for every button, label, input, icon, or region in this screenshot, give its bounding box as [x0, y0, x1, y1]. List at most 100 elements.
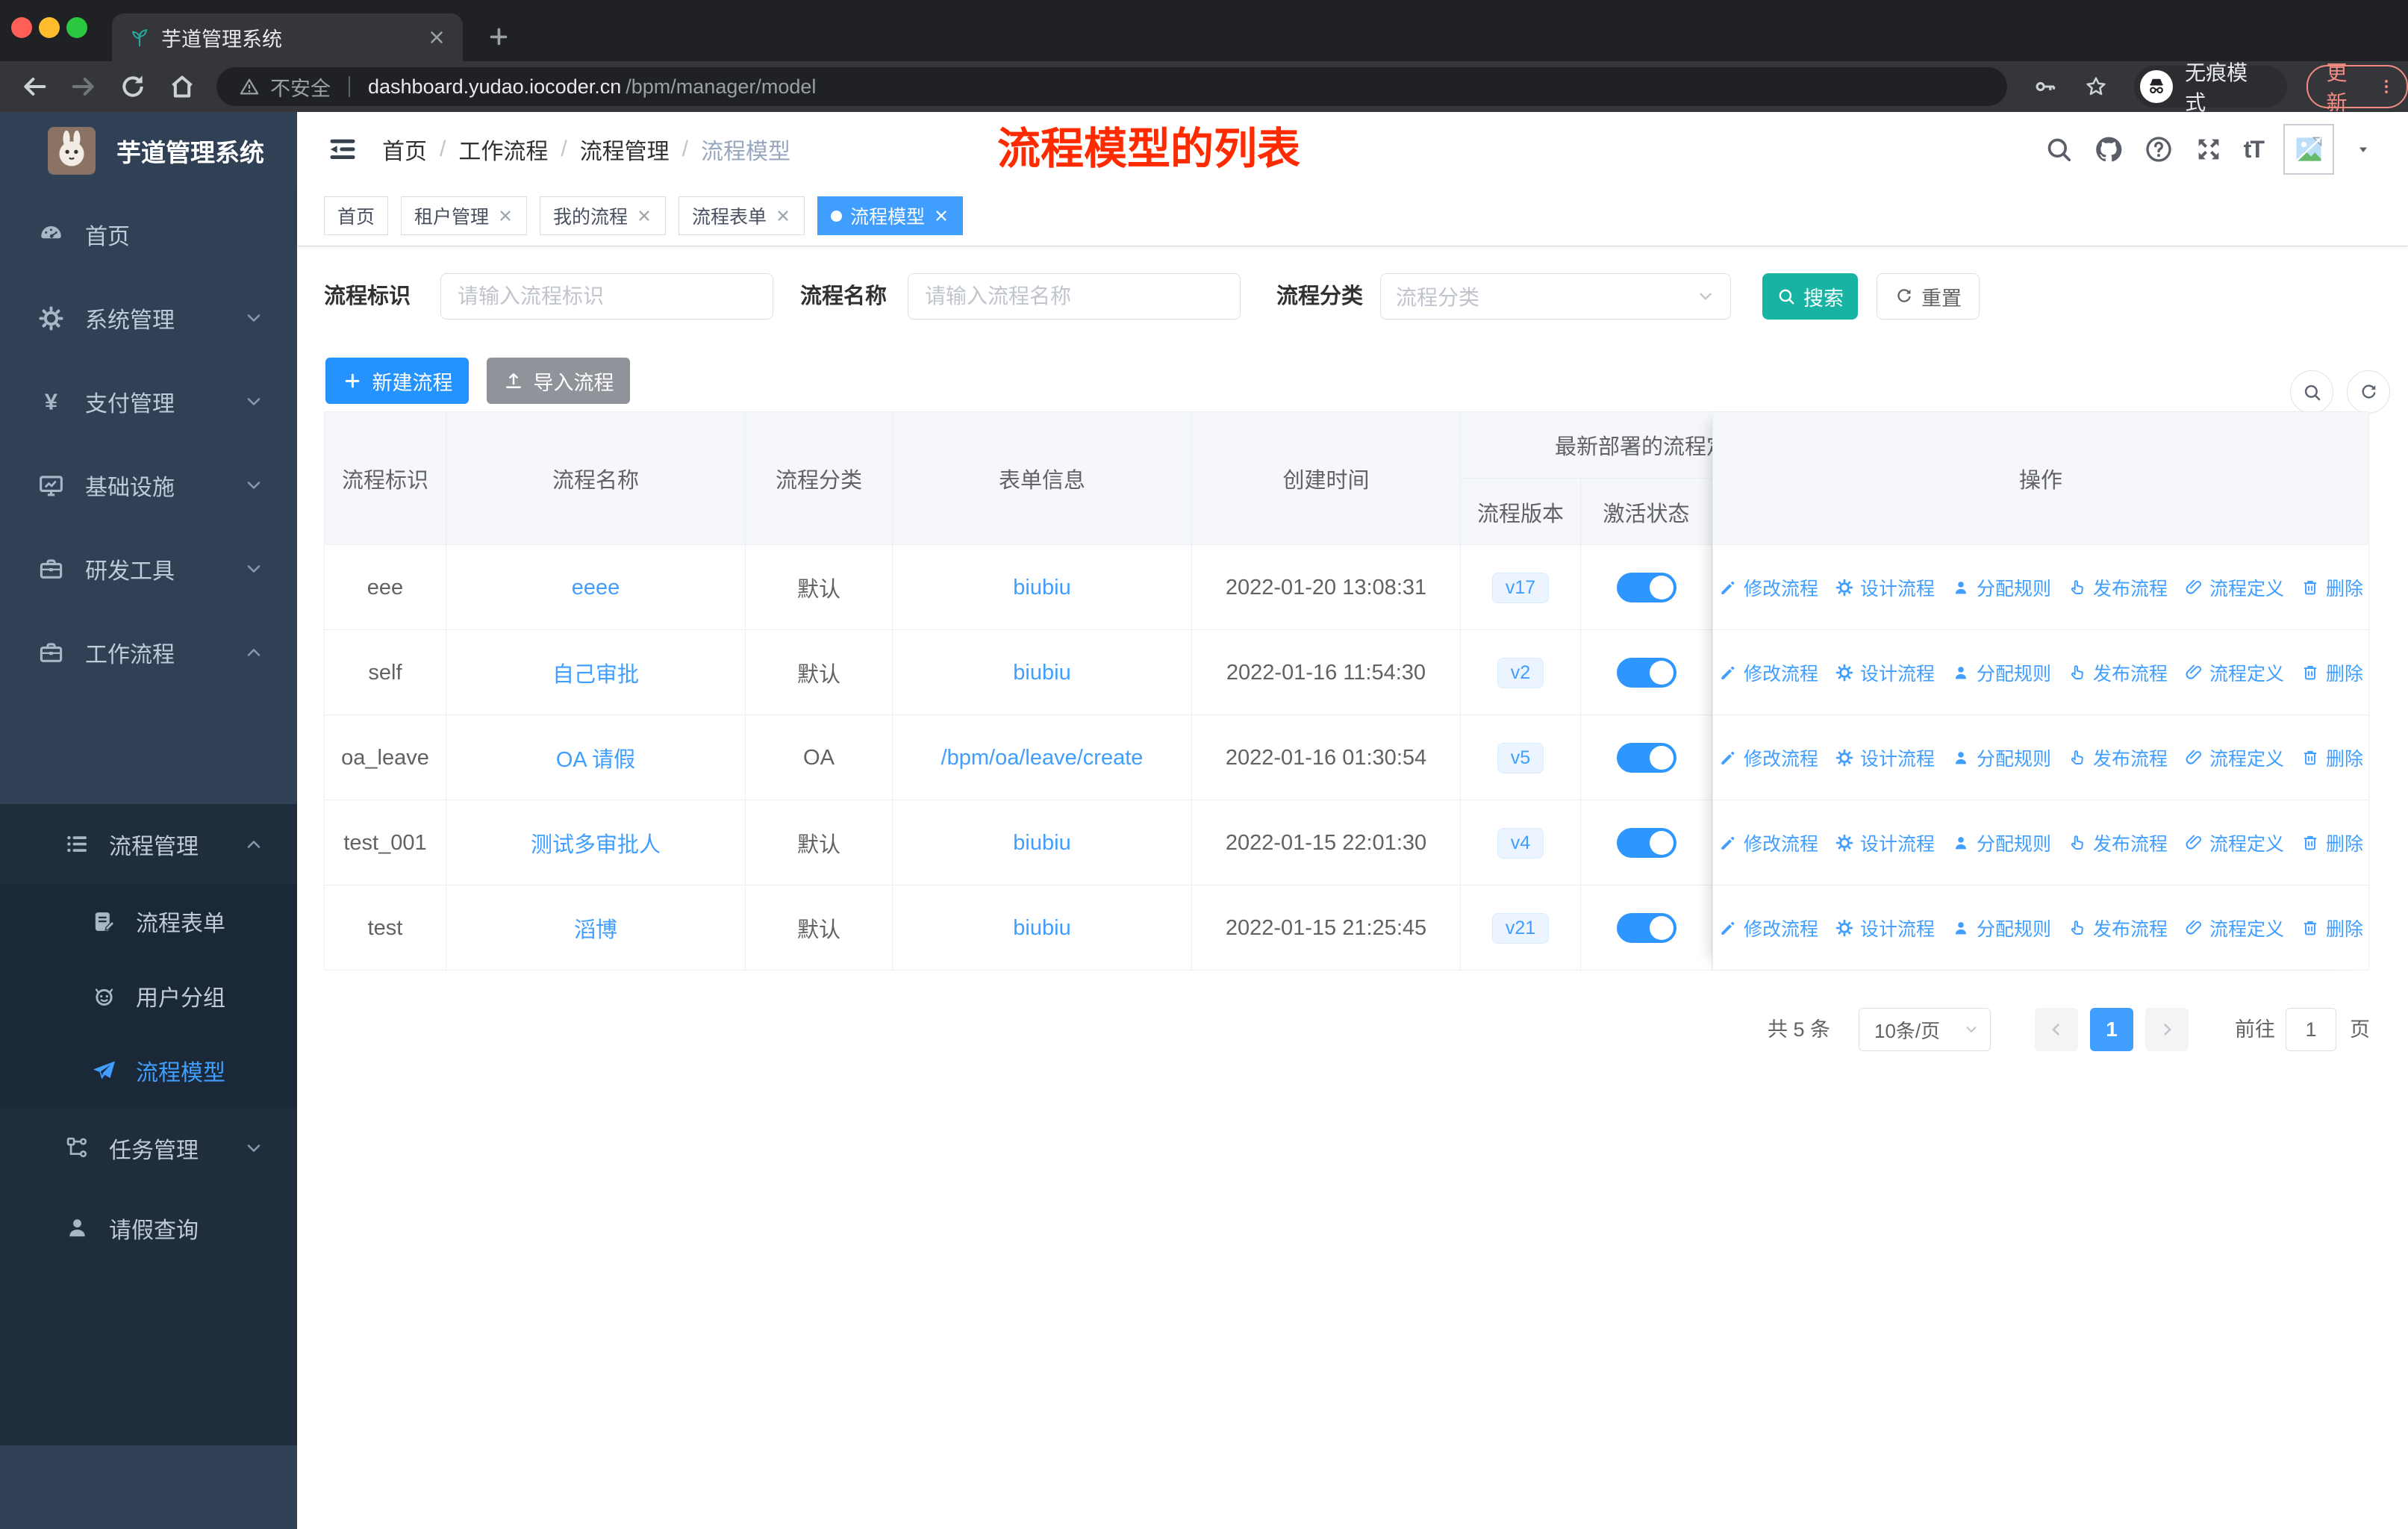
close-icon[interactable] — [775, 208, 791, 224]
process-name-link[interactable]: eeee — [572, 576, 620, 600]
active-toggle[interactable] — [1616, 828, 1676, 858]
reset-button[interactable]: 重置 — [1877, 273, 1980, 320]
sidebar-item-process-form[interactable]: 流程表单 — [0, 884, 297, 959]
close-icon[interactable] — [933, 208, 949, 224]
create-process-button[interactable]: 新建流程 — [325, 358, 469, 404]
reload-icon[interactable] — [118, 72, 148, 102]
action-design[interactable]: 设计流程 — [1835, 915, 1935, 941]
back-icon[interactable] — [19, 72, 49, 102]
font-size-icon[interactable]: tT — [2244, 136, 2265, 164]
category-select[interactable]: 流程分类 — [1380, 273, 1731, 320]
sidebar-item-devtools[interactable]: 研发工具 — [0, 527, 297, 611]
window-close-button[interactable] — [11, 17, 32, 38]
action-edit[interactable]: 修改流程 — [1718, 659, 1818, 686]
refresh-table-button[interactable] — [2347, 370, 2390, 414]
current-page-button[interactable]: 1 — [2090, 1008, 2133, 1051]
fullscreen-icon[interactable] — [2194, 134, 2224, 164]
process-name-link[interactable]: 测试多审批人 — [531, 827, 661, 859]
active-toggle[interactable] — [1616, 913, 1676, 943]
next-page-button[interactable] — [2145, 1008, 2189, 1051]
breadcrumb-item[interactable]: 流程管理 — [580, 133, 670, 166]
close-icon[interactable] — [497, 208, 514, 224]
sidebar-item-process-mgmt[interactable]: 流程管理 — [0, 804, 297, 884]
tab-my-process[interactable]: 我的流程 — [540, 196, 667, 235]
action-delete[interactable]: 删除 — [2301, 744, 2363, 771]
form-link[interactable]: /bpm/oa/leave/create — [941, 746, 1144, 770]
form-link[interactable]: biubiu — [1013, 576, 1070, 600]
action-edit[interactable]: 修改流程 — [1718, 829, 1818, 856]
prev-page-button[interactable] — [2035, 1008, 2078, 1051]
tab-process-form[interactable]: 流程表单 — [679, 196, 805, 235]
sidebar-item-payment[interactable]: 支付管理 — [0, 360, 297, 443]
update-button[interactable]: 更新 — [2306, 61, 2408, 114]
page-size-select[interactable]: 10条/页 — [1859, 1008, 1991, 1051]
form-link[interactable]: biubiu — [1013, 916, 1070, 941]
action-edit[interactable]: 修改流程 — [1718, 744, 1818, 771]
process-id-input[interactable] — [440, 273, 773, 320]
action-design[interactable]: 设计流程 — [1835, 744, 1935, 771]
action-assign[interactable]: 分配规则 — [1951, 659, 2051, 686]
action-definition[interactable]: 流程定义 — [2184, 744, 2284, 771]
close-icon[interactable] — [636, 208, 652, 224]
forward-icon[interactable] — [69, 72, 99, 102]
avatar[interactable] — [2283, 124, 2334, 175]
action-assign[interactable]: 分配规则 — [1951, 829, 2051, 856]
form-link[interactable]: biubiu — [1013, 661, 1070, 685]
sidebar-item-process-model[interactable]: 流程模型 — [0, 1033, 297, 1108]
action-edit[interactable]: 修改流程 — [1718, 915, 1818, 941]
form-link[interactable]: biubiu — [1013, 831, 1070, 856]
toggle-search-button[interactable] — [2290, 370, 2333, 414]
action-delete[interactable]: 删除 — [2301, 829, 2363, 856]
active-toggle[interactable] — [1616, 658, 1676, 688]
browser-tab[interactable]: 芋道管理系统 — [112, 13, 463, 61]
sidebar-item-leave-query[interactable]: 请假查询 — [0, 1188, 297, 1268]
sidebar-collapse-icon[interactable] — [326, 133, 359, 166]
action-assign[interactable]: 分配规则 — [1951, 915, 2051, 941]
action-publish[interactable]: 发布流程 — [2068, 659, 2168, 686]
sidebar-item-system[interactable]: 系统管理 — [0, 276, 297, 360]
github-icon[interactable] — [2094, 134, 2124, 164]
search-icon[interactable] — [2044, 134, 2074, 164]
new-tab-button[interactable] — [481, 19, 516, 54]
password-key-icon[interactable] — [2033, 74, 2058, 99]
sidebar-item-infra[interactable]: 基础设施 — [0, 443, 297, 527]
action-definition[interactable]: 流程定义 — [2184, 829, 2284, 856]
home-icon[interactable] — [167, 72, 197, 102]
sidebar-item-task-mgmt[interactable]: 任务管理 — [0, 1108, 297, 1188]
process-name-link[interactable]: 滔博 — [574, 912, 617, 944]
active-toggle[interactable] — [1616, 743, 1676, 773]
app-logo-row[interactable]: 芋道管理系统 — [0, 112, 297, 190]
caret-down-icon[interactable] — [2354, 140, 2372, 158]
action-design[interactable]: 设计流程 — [1835, 574, 1935, 601]
action-delete[interactable]: 删除 — [2301, 659, 2363, 686]
window-maximize-button[interactable] — [66, 17, 87, 38]
process-name-link[interactable]: OA 请假 — [556, 742, 635, 773]
breadcrumb-item[interactable]: 工作流程 — [458, 133, 548, 166]
action-definition[interactable]: 流程定义 — [2184, 574, 2284, 601]
process-name-input[interactable] — [908, 273, 1241, 320]
search-button[interactable]: 搜索 — [1762, 273, 1858, 320]
active-toggle[interactable] — [1616, 573, 1676, 602]
sidebar-item-workflow[interactable]: 工作流程 — [0, 611, 297, 694]
action-edit[interactable]: 修改流程 — [1718, 574, 1818, 601]
help-icon[interactable] — [2144, 134, 2174, 164]
action-assign[interactable]: 分配规则 — [1951, 574, 2051, 601]
action-publish[interactable]: 发布流程 — [2068, 829, 2168, 856]
breadcrumb-item[interactable]: 首页 — [382, 133, 427, 166]
close-icon[interactable] — [427, 28, 446, 47]
action-assign[interactable]: 分配规则 — [1951, 744, 2051, 771]
sidebar-item-user-group[interactable]: 用户分组 — [0, 959, 297, 1033]
action-design[interactable]: 设计流程 — [1835, 659, 1935, 686]
tab-home[interactable]: 首页 — [324, 196, 389, 235]
action-publish[interactable]: 发布流程 — [2068, 744, 2168, 771]
action-design[interactable]: 设计流程 — [1835, 829, 1935, 856]
address-bar[interactable]: 不安全 dashboard.yudao.iocoder.cn/bpm/manag… — [216, 67, 2008, 106]
more-menu-icon[interactable] — [2377, 77, 2396, 96]
action-publish[interactable]: 发布流程 — [2068, 915, 2168, 941]
tab-process-model[interactable]: 流程模型 — [817, 196, 964, 235]
sidebar-item-home[interactable]: 首页 — [0, 193, 297, 276]
action-publish[interactable]: 发布流程 — [2068, 574, 2168, 601]
action-definition[interactable]: 流程定义 — [2184, 915, 2284, 941]
action-delete[interactable]: 删除 — [2301, 574, 2363, 601]
action-delete[interactable]: 删除 — [2301, 915, 2363, 941]
